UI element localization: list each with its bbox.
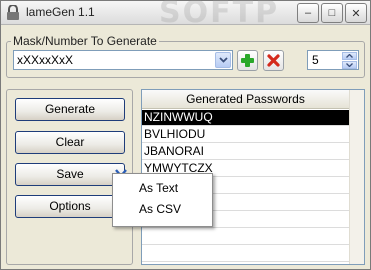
save-button[interactable]: Save: [15, 163, 125, 186]
mask-group-label: Mask/Number To Generate: [11, 34, 159, 48]
remove-mask-button[interactable]: [263, 50, 284, 71]
padlock-icon: [7, 5, 19, 20]
chevron-down-icon: [218, 57, 228, 63]
list-row[interactable]: [142, 246, 349, 262]
menu-item-as-text[interactable]: As Text: [139, 181, 178, 195]
close-button[interactable]: ✕: [345, 3, 367, 23]
spinner-down-button[interactable]: [342, 61, 357, 69]
clear-button[interactable]: Clear: [15, 131, 125, 154]
chevron-up-icon: [346, 54, 353, 58]
mask-combobox[interactable]: xXXxxXxX: [13, 50, 233, 70]
add-mask-button[interactable]: [237, 50, 258, 71]
list-column-header[interactable]: Generated Passwords: [142, 90, 349, 109]
app-window: lameGen 1.1 SOFTP – □ ✕ Mask/Number To G…: [0, 0, 371, 270]
count-spinner[interactable]: 5: [307, 50, 359, 70]
x-icon: [267, 54, 280, 67]
list-row[interactable]: NZINWWUQ: [142, 110, 349, 126]
minimize-button[interactable]: –: [297, 3, 319, 23]
minimize-icon: –: [304, 7, 312, 19]
chevron-down-icon: [346, 63, 353, 67]
save-menu: As Text As CSV: [112, 173, 213, 227]
window-title: lameGen 1.1: [26, 5, 95, 19]
list-row[interactable]: [142, 229, 349, 245]
menu-item-as-csv[interactable]: As CSV: [139, 202, 181, 216]
spinner-up-button[interactable]: [342, 52, 357, 60]
list-scrollbar[interactable]: [349, 90, 364, 264]
generate-button[interactable]: Generate: [15, 98, 125, 121]
maximize-button[interactable]: □: [321, 3, 343, 23]
mask-value: xXXxxXxX: [17, 53, 74, 67]
list-row[interactable]: JBANORAI: [142, 144, 349, 160]
maximize-icon: □: [328, 7, 336, 19]
watermark-text: SOFTP: [159, 0, 280, 30]
count-value: 5: [312, 53, 319, 67]
title-bar[interactable]: lameGen 1.1 SOFTP – □ ✕: [1, 0, 370, 30]
options-button[interactable]: Options: [15, 195, 125, 218]
combo-dropdown-button[interactable]: [215, 52, 231, 68]
close-icon: ✕: [351, 7, 361, 20]
plus-icon: [241, 54, 254, 67]
list-row[interactable]: BVLHIODU: [142, 127, 349, 143]
